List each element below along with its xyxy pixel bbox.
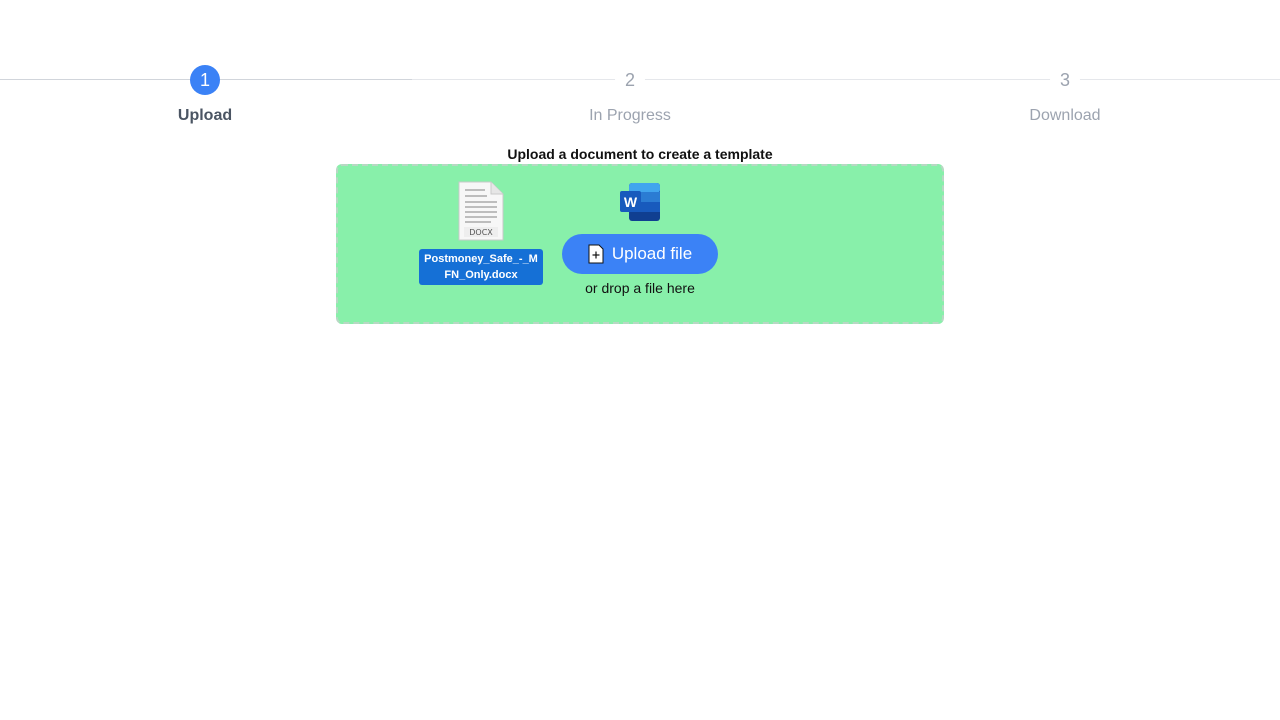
upload-file-button[interactable]: Upload file	[562, 234, 718, 274]
step-download: 3 Download	[965, 65, 1165, 125]
step-label: Upload	[177, 107, 233, 124]
step-in-progress: 2 In Progress	[530, 65, 730, 125]
upload-title: Upload a document to create a template	[507, 146, 773, 162]
step-number: 3	[1050, 65, 1080, 95]
dragged-file[interactable]: DOCX Postmoney_Safe_-_MFN_Only.docx	[419, 181, 543, 285]
step-label: Download	[1029, 107, 1101, 124]
add-file-icon	[588, 244, 604, 264]
progress-stepper: 1 Upload 2 In Progress 3 Download	[0, 0, 1280, 140]
docx-label: DOCX	[469, 228, 493, 237]
word-letter: W	[624, 194, 638, 210]
step-number: 2	[615, 65, 645, 95]
drop-hint: or drop a file here	[585, 280, 695, 296]
file-name-label: Postmoney_Safe_-_MFN_Only.docx	[419, 249, 543, 285]
docx-file-icon: DOCX	[457, 181, 505, 241]
step-number: 1	[190, 65, 220, 95]
step-label: In Progress	[589, 107, 671, 124]
microsoft-word-icon: W	[619, 182, 661, 222]
upload-button-label: Upload file	[611, 244, 693, 263]
step-upload: 1 Upload	[105, 65, 305, 125]
